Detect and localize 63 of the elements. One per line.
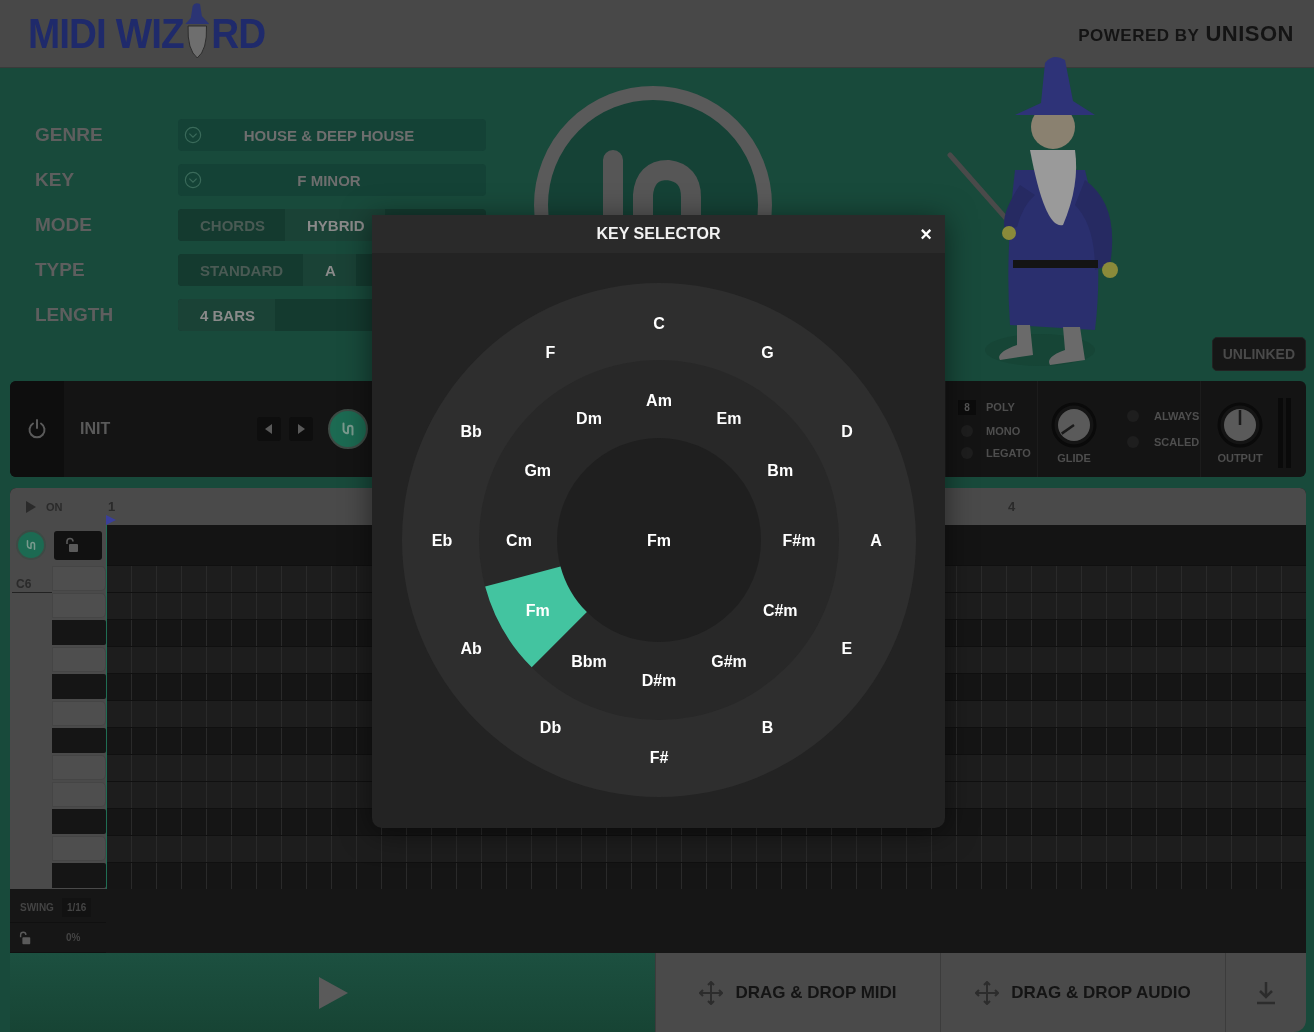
current-key: Fm (646, 531, 671, 549)
key-label[interactable]: Gm (523, 461, 551, 479)
key-label[interactable]: G (760, 343, 774, 361)
key-label[interactable]: F# (649, 748, 668, 766)
voice-mode-label: MONO (986, 424, 1021, 437)
move-arrows-icon (699, 980, 724, 1005)
key-label[interactable]: B (761, 719, 773, 737)
download-icon (1254, 980, 1278, 1005)
unison-button[interactable] (328, 409, 369, 449)
previous-preset-button[interactable] (257, 417, 282, 441)
unlocked-padlock-icon (64, 537, 80, 553)
key-label[interactable]: A (869, 531, 882, 549)
key-label[interactable]: Eb (431, 531, 452, 549)
next-preset-button[interactable] (289, 417, 314, 441)
preset-name: INIT (80, 420, 111, 438)
unison-button[interactable] (16, 530, 46, 560)
close-button[interactable]: × (915, 223, 937, 245)
knob[interactable] (1217, 402, 1263, 448)
key-label[interactable]: Dm (575, 410, 602, 428)
knob-label: OUTPUT (1217, 452, 1263, 464)
unlocked-padlock-icon (18, 930, 32, 945)
key-label[interactable]: Ab (459, 640, 482, 657)
key-label[interactable]: D#m (641, 671, 676, 689)
key-label[interactable]: G#m (710, 652, 747, 670)
knob[interactable] (1051, 402, 1097, 448)
key-label[interactable]: Bbm (570, 652, 607, 670)
key-label[interactable]: C#m (762, 601, 798, 619)
field-label: TYPE (35, 259, 86, 281)
dropdown-value: F MINOR (296, 171, 362, 189)
playhead-marker-icon (106, 515, 116, 525)
left-triangle-icon (264, 424, 275, 434)
chevron-down-icon (184, 171, 202, 189)
key-label[interactable]: C (652, 314, 665, 332)
knob-label: GLIDE (1057, 452, 1091, 464)
field-label: MODE (35, 214, 93, 236)
glide-mode-label: ALWAYS (1154, 410, 1200, 422)
play-icon (316, 975, 349, 1010)
key-label[interactable]: Am (645, 391, 672, 409)
key-label[interactable]: Cm (505, 531, 532, 549)
dropdown-value: HOUSE & DEEP HOUSE (242, 126, 416, 144)
unison-icon (24, 538, 38, 552)
key-label[interactable]: Bb (459, 423, 482, 440)
lock-button[interactable] (54, 530, 102, 560)
key-label[interactable]: Db (539, 719, 561, 737)
play-icon[interactable] (26, 500, 36, 513)
field-label: GENRE (35, 124, 104, 146)
right-triangle-icon (296, 424, 307, 434)
glide-mode-label: SCALED (1154, 436, 1200, 448)
key-label[interactable]: E (841, 640, 852, 657)
voice-mode-label: POLY (986, 401, 1015, 413)
key-label[interactable]: Bm (766, 461, 793, 479)
voice-mode-label: LEGATO (986, 446, 1031, 459)
dialog-title: KEY SELECTOR (596, 225, 721, 243)
key-label[interactable]: D (840, 423, 853, 440)
move-arrows-icon (975, 980, 1000, 1005)
field-label: KEY (35, 169, 76, 191)
key-label[interactable]: F (545, 343, 555, 361)
field-label: LENGTH (35, 304, 115, 326)
key-label[interactable]: Em (716, 410, 741, 428)
piano-keyboard[interactable] (52, 565, 106, 889)
chevron-down-icon (184, 126, 202, 144)
power-icon[interactable] (26, 418, 48, 440)
key-label[interactable]: F#m (782, 531, 815, 549)
